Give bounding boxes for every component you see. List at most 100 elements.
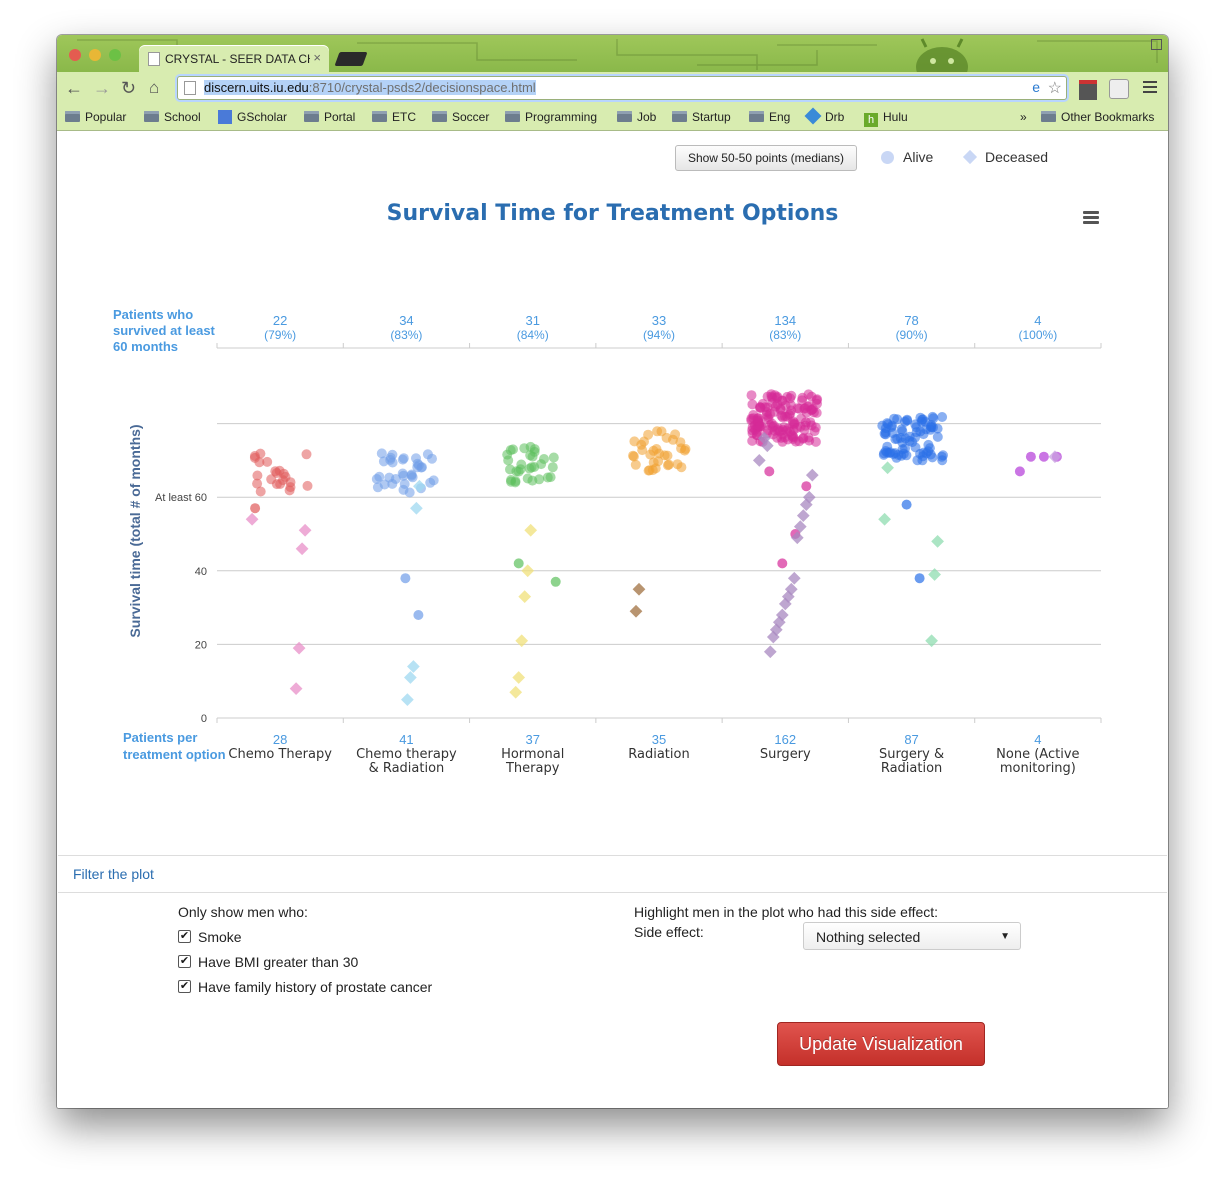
alive-point	[508, 444, 518, 455]
bookmark-portal[interactable]: Portal	[304, 110, 355, 124]
survived-count: 33	[652, 313, 666, 328]
alive-point	[550, 576, 561, 587]
side-effect-select[interactable]: Nothing selected ▼	[803, 922, 1021, 950]
alive-point	[406, 469, 417, 480]
alive-point	[902, 414, 913, 425]
smoke-label: Smoke	[198, 929, 242, 945]
tab-title: CRYSTAL - SEER DATA CH...	[165, 52, 310, 66]
category-label: Surgery &	[879, 747, 944, 762]
deceased-point	[404, 671, 417, 684]
folder-icon	[1041, 111, 1056, 122]
forward-arrow-icon[interactable]: →	[93, 78, 111, 99]
category-label: & Radiation	[369, 761, 445, 776]
bookmark-startup[interactable]: Startup	[672, 110, 731, 124]
alive-point	[901, 499, 912, 510]
bookmark-drb[interactable]: Drb	[804, 107, 844, 125]
back-arrow-icon[interactable]: ←	[65, 78, 83, 99]
deceased-point	[632, 582, 646, 596]
folder-icon	[372, 111, 387, 122]
chrome-menu-icon[interactable]	[1143, 81, 1157, 93]
bmi-label: Have BMI greater than 30	[198, 954, 359, 970]
extension-icon[interactable]	[1079, 80, 1097, 100]
survived-percent: (84%)	[517, 328, 549, 342]
category-label: Therapy	[505, 761, 560, 776]
deceased-point	[796, 509, 810, 522]
alive-point	[278, 475, 288, 486]
close-window-button[interactable]	[69, 49, 81, 61]
patient-count: 4	[1034, 732, 1041, 747]
alive-point	[810, 436, 821, 447]
url-text: discern.uits.iu.edu:8710/crystal-psds2/d…	[204, 80, 536, 95]
patient-count: 28	[273, 732, 287, 747]
update-visualization-button[interactable]: Update Visualization	[777, 1022, 985, 1066]
y-tick-label: At least 60	[155, 492, 207, 504]
alive-point	[413, 610, 424, 620]
bookmark-etc[interactable]: ETC	[372, 110, 416, 124]
alive-point	[513, 558, 524, 569]
alive-point	[1014, 466, 1025, 477]
category-label: Hormonal	[501, 747, 564, 762]
patient-count: 37	[525, 732, 539, 747]
patient-count: 87	[904, 732, 918, 747]
bookmark-eng[interactable]: Eng	[749, 110, 790, 124]
toolbar: ← → ↻ ⌂ discern.uits.iu.edu:8710/crystal…	[57, 72, 1168, 105]
alive-point	[794, 436, 805, 447]
ie-tab-icon[interactable]: e	[1032, 79, 1040, 95]
survived-percent: (100%)	[1019, 328, 1058, 342]
smoke-checkbox[interactable]: ✔	[178, 930, 191, 943]
alive-point	[511, 466, 522, 477]
minimize-window-button[interactable]	[89, 49, 101, 61]
bookmark-school[interactable]: School	[144, 110, 201, 124]
deceased-point	[295, 542, 309, 556]
alive-point	[747, 435, 758, 446]
deceased-point	[289, 682, 303, 695]
survived-percent: (90%)	[896, 328, 928, 342]
bookmark-gscholar[interactable]: GScholar	[218, 110, 287, 124]
bookmark-star-icon[interactable]: ☆	[1048, 78, 1062, 98]
alive-point	[525, 441, 536, 452]
alive-point	[252, 470, 263, 481]
fullscreen-icon[interactable]	[1151, 39, 1162, 50]
home-icon[interactable]: ⌂	[149, 78, 159, 98]
alive-point	[404, 487, 415, 498]
alive-point	[812, 394, 823, 405]
extension-icon-2[interactable]	[1109, 79, 1129, 99]
zoom-window-button[interactable]	[109, 49, 121, 61]
top-side-label: Patients who	[113, 307, 193, 322]
bookmarks-overflow[interactable]: »	[1020, 110, 1027, 124]
alive-point	[503, 455, 514, 466]
alive-point	[301, 449, 312, 460]
alive-point	[746, 390, 757, 401]
bookmark-soccer[interactable]: Soccer	[432, 110, 489, 124]
new-tab-button[interactable]	[334, 52, 368, 66]
folder-icon	[432, 111, 447, 122]
alive-point	[527, 451, 538, 462]
alive-point	[663, 459, 674, 470]
bookmark-programming[interactable]: Programming	[505, 110, 597, 124]
bookmark-job[interactable]: Job	[617, 110, 656, 124]
alive-point	[536, 459, 547, 470]
filter-header[interactable]: Filter the plot	[58, 856, 1167, 893]
alive-point	[1038, 451, 1049, 462]
bookmark-hulu[interactable]: h Hulu	[864, 110, 908, 127]
address-bar[interactable]: discern.uits.iu.edu:8710/crystal-psds2/d…	[177, 76, 1067, 100]
deceased-point	[763, 645, 777, 659]
deceased-point	[629, 604, 643, 618]
survival-chart: 0 20 40 At least 60 Survival time (total # o…	[113, 307, 1102, 776]
browser-tab[interactable]: CRYSTAL - SEER DATA CH... ×	[139, 45, 329, 72]
filter-panel: Filter the plot Only show men who: ✔ Smo…	[58, 855, 1167, 1108]
alive-point	[534, 474, 545, 485]
bmi-checkbox[interactable]: ✔	[178, 955, 191, 968]
alive-point	[911, 427, 922, 438]
alive-point	[372, 482, 383, 493]
folder-icon	[144, 111, 159, 122]
category-label: None (Active	[996, 747, 1079, 762]
tab-close-icon[interactable]: ×	[313, 50, 321, 65]
alive-point	[425, 477, 436, 488]
reload-icon[interactable]: ↻	[121, 78, 136, 99]
family-history-checkbox[interactable]: ✔	[178, 980, 191, 993]
bookmark-popular[interactable]: Popular	[65, 110, 126, 124]
alive-point	[1025, 451, 1036, 462]
deceased-point	[298, 523, 312, 537]
bookmark-other[interactable]: Other Bookmarks	[1041, 110, 1154, 124]
